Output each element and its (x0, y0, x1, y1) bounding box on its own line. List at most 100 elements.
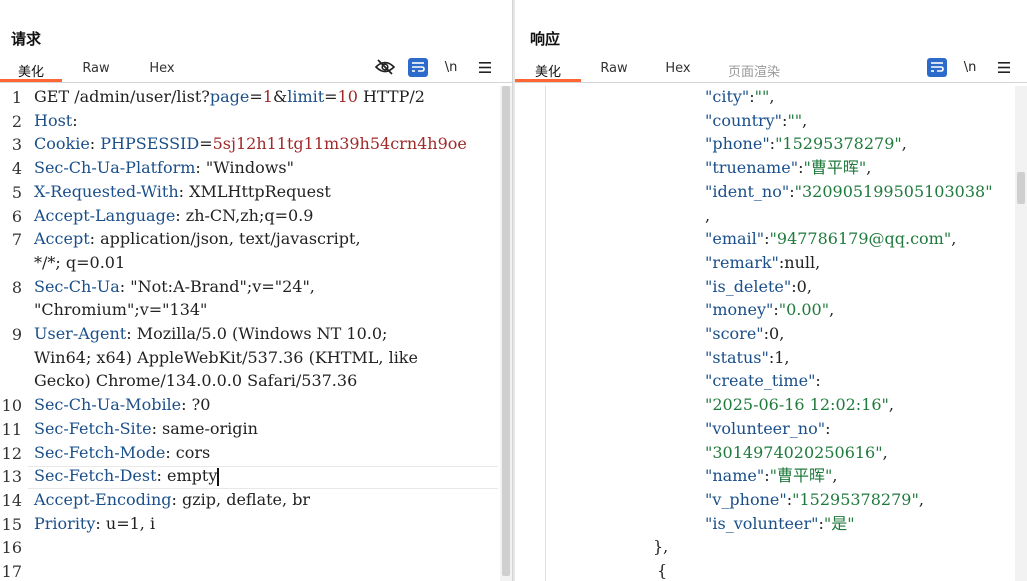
line-number: 5 (11, 182, 22, 202)
response-json-line: "email":"947786179@qq.com", (705, 227, 956, 251)
word-wrap-icon (412, 62, 425, 72)
request-line: Sec-Fetch-Mode: cors (34, 441, 210, 465)
response-pane: 响应 美化 Raw Hex 页面渲染 \n "city":"", "country… (515, 0, 1027, 581)
json-punctuation: : (825, 418, 831, 438)
request-title: 请求 (11, 30, 42, 48)
response-tabs: 美化 Raw Hex 页面渲染 (515, 57, 799, 82)
json-key: "name" (705, 466, 765, 486)
json-string-value: "15295378279" (775, 134, 902, 154)
response-tab-render[interactable]: 页面渲染 (709, 57, 799, 82)
header-value: "Chromium";v="134" (34, 300, 208, 320)
json-punctuation: :0, (763, 324, 785, 343)
header-name: Sec-Fetch-Dest (34, 466, 157, 486)
header-name: page (209, 87, 250, 106)
request-line: Priority: u=1, i (34, 512, 155, 536)
line-number: 17 (1, 562, 22, 581)
line-number: 13 (1, 467, 22, 487)
response-tab-raw[interactable]: Raw (581, 57, 647, 82)
response-json-line: "truename":"曹平晖", (705, 156, 871, 180)
response-show-newlines-button[interactable]: \n (959, 57, 981, 77)
request-line: */*; q=0.01 (34, 251, 125, 275)
response-json-line: "is_delete":0, (705, 275, 812, 299)
request-tab-pretty[interactable]: 美化 (0, 57, 62, 82)
request-line: Host: (34, 109, 78, 133)
header-value: & (272, 87, 288, 106)
header-name: limit (287, 87, 325, 106)
json-punctuation: , (832, 466, 838, 486)
header-value: : cors (165, 442, 211, 462)
request-tab-underline (0, 82, 512, 83)
hamburger-menu-icon (998, 61, 1010, 73)
response-editor[interactable]: "city":"", "country":"", "phone":"15295378… (515, 86, 1027, 581)
request-tab-raw[interactable]: Raw (62, 57, 130, 82)
request-line: Win64; x64) AppleWebKit/537.36 (KHTML, l… (34, 346, 418, 370)
request-line: Sec-Fetch-Dest: empty (34, 464, 219, 488)
request-scrollbar-thumb[interactable] (502, 86, 510, 576)
header-value: : ?0 (181, 395, 211, 415)
json-punctuation: :null, (778, 252, 821, 272)
json-punctuation: { (657, 561, 668, 580)
json-punctuation: , (918, 489, 924, 509)
request-tab-hex[interactable]: Hex (130, 57, 194, 82)
hide-whitespace-button[interactable] (374, 57, 396, 77)
json-punctuation: , (866, 158, 872, 178)
header-value: : XMLHttpRequest (178, 181, 331, 201)
json-punctuation: :1, (768, 347, 790, 367)
line-number: 12 (1, 443, 22, 463)
word-wrap-icon (931, 62, 944, 72)
header-value: GET /admin/user/list? (34, 87, 210, 106)
request-line: Cookie: PHPSESSID=5sj12h11tg11m39h54crn4… (34, 132, 467, 156)
json-punctuation: , (888, 395, 895, 415)
header-value: = (199, 134, 213, 154)
word-wrap-button[interactable] (408, 57, 428, 77)
response-tab-pretty[interactable]: 美化 (515, 57, 581, 82)
request-line: User-Agent: Mozilla/5.0 (Windows NT 10.0… (34, 322, 387, 346)
json-punctuation: :0, (791, 276, 812, 296)
json-key: "score" (705, 324, 764, 343)
json-key: "remark" (705, 252, 779, 272)
json-string-value: "2025-06-16 12:02:16" (705, 395, 889, 415)
json-string-value: "3014974020250616" (705, 442, 883, 462)
response-menu-button[interactable] (993, 57, 1015, 77)
response-word-wrap-button[interactable] (927, 57, 947, 77)
header-name: Priority (34, 513, 96, 533)
header-value: : application/json, text/javascript, (89, 229, 361, 249)
json-key: "phone" (705, 134, 770, 154)
request-line: Accept-Language: zh-CN,zh;q=0.9 (34, 204, 313, 228)
request-line: Sec-Fetch-Site: same-origin (34, 417, 258, 441)
line-number: 14 (1, 490, 22, 510)
line-number: 1 (11, 88, 22, 107)
hamburger-menu-icon (479, 61, 491, 73)
request-editor[interactable]: 1 2 3 4 5 6 7 8 9 10 11 12 13 14 15 16 17 GET /admin/use… (0, 86, 512, 581)
eye-slash-icon (375, 59, 395, 75)
header-value: : "Windows" (195, 158, 294, 178)
json-string-value: "" (754, 87, 770, 106)
response-json-line: "remark":null, (705, 251, 820, 275)
response-json-line: "v_phone":"15295378279", (705, 488, 924, 512)
text-caret (217, 467, 219, 486)
response-scrollbar-thumb[interactable] (1017, 172, 1025, 204)
response-json-line: }, (653, 535, 668, 559)
header-value: : same-origin (151, 418, 258, 438)
response-json-line: "2025-06-16 12:02:16", (705, 393, 894, 417)
line-number: 11 (1, 419, 22, 439)
json-punctuation: , (882, 442, 888, 462)
request-line: Sec-Ch-Ua-Platform: "Windows" (34, 156, 294, 180)
response-scrollbar[interactable] (1015, 86, 1027, 581)
json-key: "city" (705, 87, 750, 106)
response-tab-hex[interactable]: Hex (647, 57, 709, 82)
show-newlines-button[interactable]: \n (440, 57, 462, 77)
json-string-value: "" (787, 110, 803, 130)
request-line: Accept-Encoding: gzip, deflate, br (34, 488, 310, 512)
request-menu-button[interactable] (474, 57, 496, 77)
response-tab-underline (515, 82, 1027, 83)
response-json-line: "create_time": (705, 369, 821, 393)
json-key: "create_time" (705, 371, 816, 391)
response-json-line: "volunteer_no": (705, 417, 830, 441)
json-key: "volunteer_no" (705, 418, 826, 438)
header-name: Sec-Fetch-Site (34, 418, 152, 438)
response-json-line: "is_volunteer":"是" (705, 512, 855, 536)
header-value: 5sj12h11tg11m39h54crn4h9oe (212, 134, 467, 154)
request-scrollbar[interactable] (500, 86, 512, 581)
response-toolbar: \n (927, 57, 1027, 77)
